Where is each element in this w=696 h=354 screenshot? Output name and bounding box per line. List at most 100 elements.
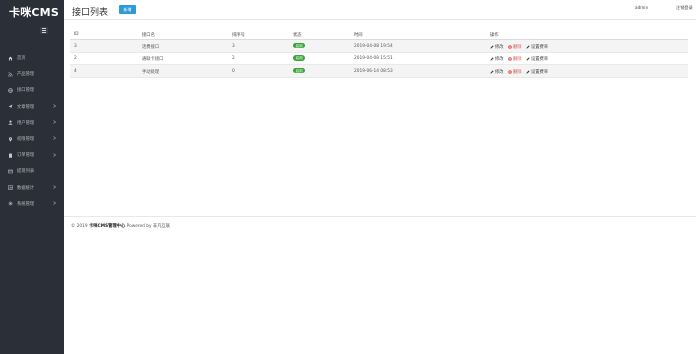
sidebar: 卡咪CMS 首页 产品管理 接口管理 文章管理 用户管理 权限管理 订单管理 提… xyxy=(0,0,64,354)
pencil-icon xyxy=(526,69,530,74)
table-row: 4 手动处理 0 启用 2019-06-14 08:53 修改 删除 设置费率 xyxy=(70,65,688,78)
delete-circle-icon xyxy=(508,57,512,61)
powered-by: Powered by xyxy=(125,224,153,229)
sidebar-item-label: 数据统计 xyxy=(17,185,35,191)
status-badge: 启用 xyxy=(293,42,306,49)
hamburger-icon-line xyxy=(42,30,46,31)
column-header-actions: 操作 xyxy=(490,33,499,38)
delete-link[interactable]: 删除 xyxy=(508,56,522,62)
status-badge: 启用 xyxy=(293,55,306,61)
delete-circle-icon xyxy=(508,69,512,74)
sidebar-item-label: 接口管理 xyxy=(17,88,35,94)
row-actions: 修改 删除 设置费率 xyxy=(490,69,551,76)
delete-circle-icon xyxy=(508,44,512,49)
sidebar-item-label: 首页 xyxy=(17,56,26,62)
sidebar-item-label: 权限管理 xyxy=(17,137,35,143)
sidebar-item-orders[interactable]: 订单管理 xyxy=(0,147,64,163)
chevron-right-icon xyxy=(52,152,57,157)
sidebar-item-label: 提现列表 xyxy=(17,169,35,175)
row-sort: 3 xyxy=(232,43,235,49)
brand-logo[interactable]: 卡咪CMS xyxy=(0,0,64,24)
column-header-time: 时间 xyxy=(354,33,363,38)
sidebar-item-home[interactable]: 首页 xyxy=(0,50,64,66)
send-icon xyxy=(7,104,13,110)
column-header-sort: 排序号 xyxy=(232,33,245,38)
row-time: 2019-04-08 19:54 xyxy=(354,43,393,49)
sidebar-item-interfaces[interactable]: 接口管理 xyxy=(0,82,64,98)
status-cell: 启用 xyxy=(293,42,306,49)
chevron-right-icon xyxy=(52,185,57,190)
sidebar-item-articles[interactable]: 文章管理 xyxy=(0,99,64,115)
card-icon xyxy=(7,168,13,174)
row-id: 3 xyxy=(74,43,77,49)
pencil-icon xyxy=(490,69,494,74)
chevron-right-icon xyxy=(52,201,57,206)
set-rate-link[interactable]: 设置费率 xyxy=(526,44,548,50)
clipboard-icon xyxy=(7,152,13,158)
user-icon xyxy=(7,120,13,126)
edit-label: 修改 xyxy=(495,57,504,62)
edit-label: 修改 xyxy=(495,44,504,50)
pencil-icon xyxy=(490,44,494,49)
footer-site-name: 卡咪CMS管理中心 xyxy=(88,224,126,229)
set-rate-link[interactable]: 设置费率 xyxy=(526,69,548,75)
sidebar-item-permissions[interactable]: 权限管理 xyxy=(0,131,64,147)
sidebar-item-label: 系统管理 xyxy=(17,201,35,207)
set-rate-label: 设置费率 xyxy=(530,69,549,75)
pin-icon xyxy=(7,136,13,142)
globe-icon xyxy=(7,87,13,93)
status-badge: 启用 xyxy=(293,67,306,74)
row-sort: 2 xyxy=(232,56,235,61)
sidebar-item-label: 产品管理 xyxy=(17,72,35,78)
user-name[interactable]: admin xyxy=(635,5,648,10)
delete-link[interactable]: 删除 xyxy=(508,69,522,75)
edit-label: 修改 xyxy=(495,69,504,75)
edit-link[interactable]: 修改 xyxy=(490,44,504,50)
chart-icon xyxy=(7,185,13,191)
add-button[interactable]: 新增 xyxy=(119,5,136,14)
interface-table: ID 接口名 排序号 状态 时间 操作 3 话费接口 3 启用 2019-04-… xyxy=(70,29,688,78)
top-header: 接口列表 新增 admin 注销登录 xyxy=(64,0,696,20)
table-row: 2 通联卡接口 2 启用 2019-04-08 15:51 修改 删除 设置费率 xyxy=(70,53,688,65)
edit-link[interactable]: 修改 xyxy=(490,56,504,62)
sidebar-toggle-button[interactable] xyxy=(40,27,48,34)
company-link[interactable]: 非凡互联 xyxy=(153,224,170,229)
column-header-status: 状态 xyxy=(293,33,302,38)
sidebar-item-system[interactable]: 系统管理 xyxy=(0,196,64,212)
delete-label: 删除 xyxy=(512,57,522,62)
delete-link[interactable]: 删除 xyxy=(508,44,522,50)
table-header: ID 接口名 排序号 状态 时间 操作 xyxy=(70,29,688,40)
footer-text: © 2019 卡咪CMS管理中心 Powered by 非凡互联 xyxy=(71,223,170,229)
sidebar-item-statistics[interactable]: 数据统计 xyxy=(0,180,64,196)
page-title: 接口列表 xyxy=(72,8,109,18)
status-cell: 启用 xyxy=(293,55,306,61)
pencil-icon xyxy=(526,57,530,61)
delete-label: 删除 xyxy=(512,44,522,50)
home-icon xyxy=(7,55,13,61)
edit-link[interactable]: 修改 xyxy=(490,69,504,75)
chevron-right-icon xyxy=(52,120,57,125)
set-rate-link[interactable]: 设置费率 xyxy=(526,56,548,62)
gear-icon xyxy=(7,201,13,207)
row-name: 通联卡接口 xyxy=(142,57,164,62)
logout-link[interactable]: 注销登录 xyxy=(676,5,693,11)
footer: © 2019 卡咪CMS管理中心 Powered by 非凡互联 xyxy=(64,216,696,234)
sidebar-item-withdrawals[interactable]: 提现列表 xyxy=(0,163,64,179)
delete-label: 删除 xyxy=(512,69,522,75)
row-name: 手动处理 xyxy=(142,69,160,75)
sidebar-item-users[interactable]: 用户管理 xyxy=(0,115,64,131)
sidebar-item-products[interactable]: 产品管理 xyxy=(0,66,64,82)
chevron-right-icon xyxy=(52,104,57,109)
row-name: 话费接口 xyxy=(142,44,160,50)
row-time: 2019-06-14 08:53 xyxy=(354,68,393,74)
set-rate-label: 设置费率 xyxy=(530,44,549,50)
rss-icon xyxy=(7,71,13,77)
pencil-icon xyxy=(526,44,530,49)
chevron-right-icon xyxy=(52,136,57,141)
table-row: 3 话费接口 3 启用 2019-04-08 19:54 修改 删除 设置费率 xyxy=(70,40,688,53)
row-sort: 0 xyxy=(232,68,235,74)
sidebar-menu: 首页 产品管理 接口管理 文章管理 用户管理 权限管理 订单管理 提现列表 数据… xyxy=(0,50,64,212)
sidebar-item-label: 用户管理 xyxy=(17,120,35,126)
sidebar-item-label: 订单管理 xyxy=(17,153,35,159)
column-header-name: 接口名 xyxy=(142,33,155,38)
